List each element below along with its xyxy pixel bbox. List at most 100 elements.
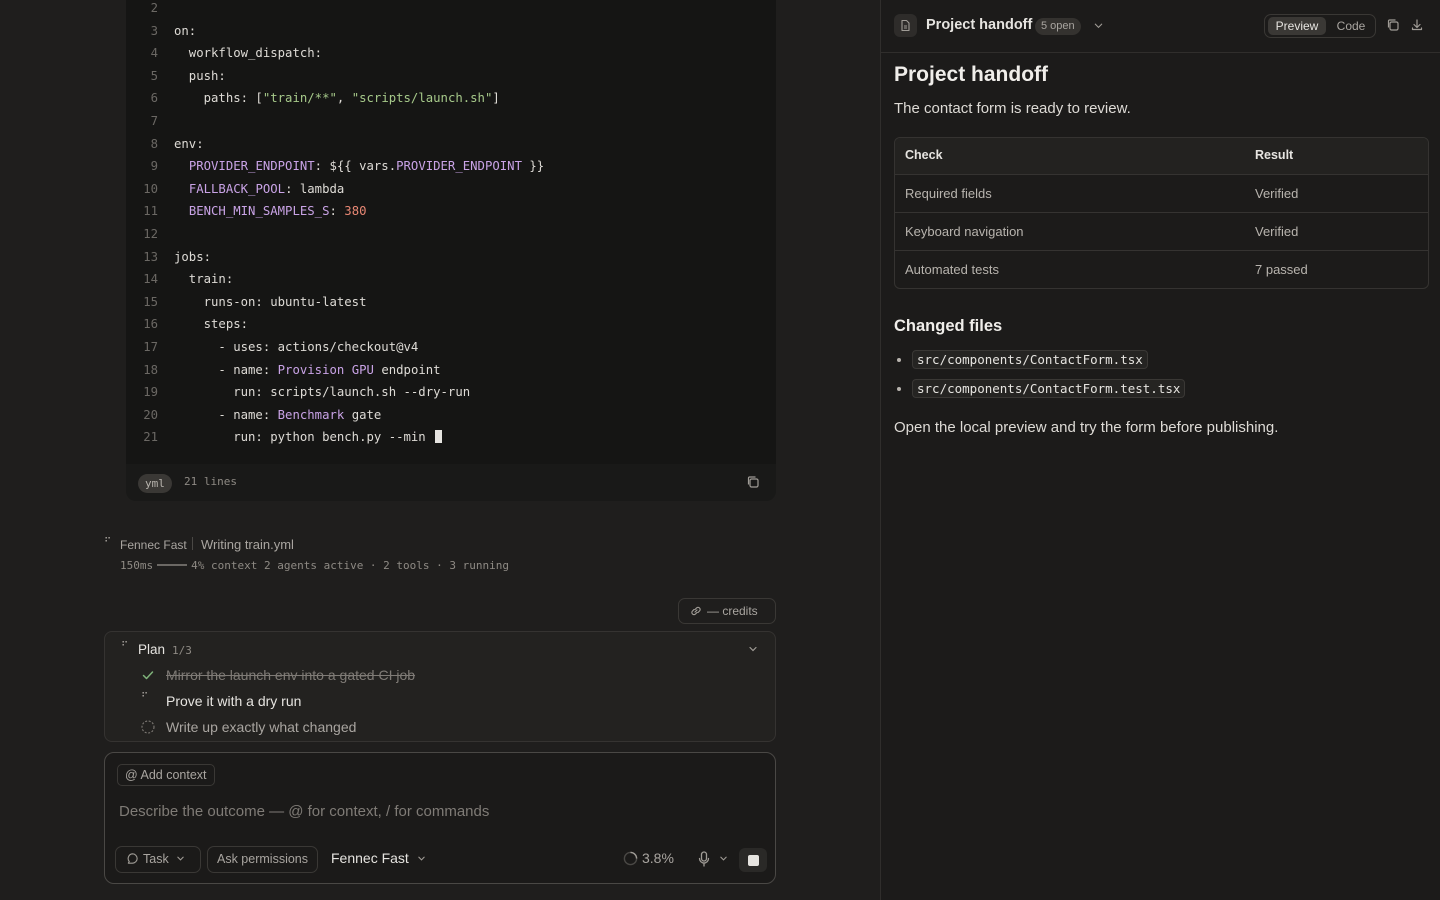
line-number: 9	[150, 159, 158, 174]
document-heading: Project handoff	[894, 63, 1049, 86]
line-number: 4	[150, 46, 158, 61]
document-intro: The contact form is ready to review.	[894, 100, 1131, 117]
model-selector[interactable]: Fennec Fast	[331, 850, 426, 866]
bullet	[897, 387, 901, 391]
preview-title: Project handoff	[926, 17, 1033, 33]
copy-icon[interactable]	[746, 475, 760, 489]
status-details: 4% context 2 agents active · 2 tools · 3…	[191, 559, 510, 572]
column-header: Result	[1255, 148, 1294, 162]
code-text: PROVIDER_ENDPOINT: ${{ vars.PROVIDER_END…	[188, 159, 545, 174]
line-number: 7	[150, 114, 158, 128]
chevron-down-icon[interactable]	[719, 854, 728, 863]
code-line: 15 runs-on: ubuntu-latest	[126, 291, 776, 313]
code-body: 2 3 on: 4 workflow_dispatch: 5 push: 6 paths:…	[126, 0, 776, 464]
agent-status: ⠋ Fennec Fast Writing train.yml 150ms 4% …	[104, 534, 664, 574]
code-line: 17 - uses: actions/checkout@v4	[126, 336, 776, 358]
plan-title: Plan	[138, 642, 166, 657]
table-cell: Verified	[1255, 224, 1299, 239]
table-row: Automated tests 7 passed	[895, 250, 1428, 288]
document-icon	[894, 14, 917, 37]
chat-pane: 2 3 on: 4 workflow_dispatch: 5 push: 6 paths:…	[0, 0, 880, 900]
line-number: 16	[143, 317, 158, 332]
copy-icon[interactable]	[1386, 18, 1400, 32]
line-number: 6	[150, 91, 158, 106]
line-number: 13	[143, 249, 158, 264]
line-number: 14	[143, 272, 158, 287]
line-number: 15	[143, 294, 158, 309]
code-text: - name: Provision GPU endpoint	[174, 362, 441, 377]
code-text: - uses: actions/checkout@v4	[174, 340, 419, 354]
spinner-icon	[623, 851, 638, 866]
in-progress-icon: ⠋	[141, 692, 149, 703]
add-context-button[interactable]: @ Add context	[117, 764, 215, 786]
pending-circle-icon	[141, 720, 155, 734]
line-number: 19	[143, 385, 158, 400]
bullet	[897, 358, 901, 362]
tab-preview[interactable]: Preview	[1268, 17, 1326, 35]
table-cell: Verified	[1255, 186, 1299, 201]
preview-pane: Project handoff 5 open Preview Code Proj…	[880, 0, 1440, 900]
add-context-label: Add context	[140, 768, 207, 782]
view-toggle: Preview Code	[1264, 14, 1376, 38]
code-text: runs-on: ubuntu-latest	[174, 294, 367, 309]
at-icon: @	[125, 768, 141, 782]
line-number: 12	[143, 227, 158, 241]
chevron-down-icon[interactable]	[1093, 20, 1104, 31]
code-line: 9 PROVIDER_ENDPOINT: ${{ vars.PROVIDER_E…	[126, 155, 776, 177]
plan-item-label: Prove it with a dry run	[166, 693, 302, 709]
check-icon	[142, 671, 154, 680]
file-path: src/components/ContactForm.test.tsx	[912, 379, 1186, 398]
table-header-row: Check Result	[895, 138, 1428, 174]
table-row: Required fields Verified	[895, 174, 1428, 212]
status-divider	[192, 537, 193, 550]
credits-button[interactable]: — credits	[678, 598, 776, 624]
plan-item-label: Write up exactly what changed	[166, 719, 357, 735]
code-line: 4 workflow_dispatch:	[126, 42, 776, 64]
table-cell: Required fields	[905, 186, 992, 201]
table-cell: Automated tests	[905, 262, 999, 277]
code-text: on:	[174, 23, 197, 38]
line-number: 17	[143, 340, 158, 354]
code-line: 13 jobs:	[126, 246, 776, 268]
open-count-badge[interactable]: 5 open	[1035, 18, 1081, 35]
table-cell: 7 passed	[1255, 262, 1308, 277]
line-number: 10	[143, 181, 158, 196]
code-line: 6 paths: ["train/**", "scripts/launch.sh…	[126, 87, 776, 109]
chevron-down-icon[interactable]	[748, 644, 758, 654]
chevron-down-icon	[417, 856, 425, 861]
line-number: 11	[143, 204, 158, 219]
plan-item-label: Mirror the launch env into a gated CI jo…	[166, 667, 416, 683]
permissions-button[interactable]: Ask permissions	[207, 846, 318, 873]
stop-button[interactable]	[739, 848, 767, 872]
activity-indicator-icon: ⠋	[104, 537, 112, 548]
credits-label: — credits	[707, 604, 758, 618]
link-icon	[691, 606, 701, 616]
code-line: 10 FALLBACK_POOL: lambda	[126, 178, 776, 200]
code-text: env:	[174, 136, 204, 151]
code-text: jobs:	[174, 249, 212, 264]
context-bar	[157, 564, 188, 566]
checks-table: Check Result Required fields Verified Ke…	[894, 137, 1429, 289]
activity-indicator-icon: ⠋	[121, 641, 129, 652]
plan-progress: 1/3	[172, 644, 192, 657]
column-header: Check	[905, 148, 943, 162]
model-name: Fennec Fast	[331, 850, 409, 866]
line-number: 5	[150, 68, 158, 83]
task-mode-button[interactable]: Task	[115, 846, 201, 873]
preview-header: Project handoff 5 open Preview Code	[881, 0, 1440, 53]
line-number: 8	[150, 136, 158, 151]
code-text: train:	[174, 272, 234, 287]
line-number: 21	[143, 430, 158, 445]
code-text: run: python bench.py --min	[174, 426, 443, 448]
chevron-down-icon	[177, 856, 184, 861]
prompt-input[interactable]	[119, 803, 759, 820]
changed-files-heading: Changed files	[894, 317, 1003, 335]
file-path: src/components/ContactForm.tsx	[912, 350, 1148, 369]
code-line: 5 push:	[126, 65, 776, 87]
download-icon[interactable]	[1410, 18, 1424, 32]
stop-icon	[748, 855, 759, 866]
microphone-icon[interactable]	[697, 851, 711, 867]
tab-code[interactable]: Code	[1331, 17, 1371, 35]
agent-action: Writing train.yml	[201, 537, 294, 552]
code-line: 21 run: python bench.py --min	[126, 426, 776, 448]
